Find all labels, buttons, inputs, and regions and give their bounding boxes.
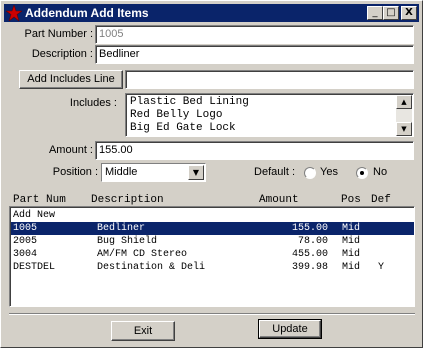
list-row[interactable]: DESTDEL Destination & Deli 399.98 Mid Y (11, 261, 414, 274)
cell-description: Destination & Deli (97, 262, 206, 273)
cell-part-num: 2005 (13, 236, 38, 247)
footer-divider-highlight (9, 314, 415, 315)
position-dropdown[interactable]: Middle ▼ (101, 163, 206, 182)
includes-scrollbar[interactable]: ▲ ▼ (396, 95, 412, 136)
close-button[interactable]: X (401, 6, 417, 20)
radio-selected-dot-icon (360, 171, 364, 175)
list-row[interactable]: 2005 Bug Shield 78.00 Mid (11, 235, 414, 248)
cell-pos: Mid (342, 249, 361, 260)
chevron-down-icon[interactable]: ▼ (188, 165, 204, 180)
default-no-label: No (373, 166, 388, 178)
update-button[interactable]: Update (258, 319, 322, 339)
description-field[interactable]: Bedliner (95, 45, 414, 64)
cell-part-num: DESTDEL (13, 262, 56, 273)
column-header-amount: Amount (259, 194, 299, 206)
position-selected-value: Middle (105, 166, 138, 178)
part-number-field: 1005 (95, 25, 414, 44)
includes-line: Big Ed Gate Lock (130, 122, 236, 134)
includes-line: Plastic Bed Lining (130, 96, 249, 108)
default-yes-radio[interactable] (304, 167, 316, 179)
add-includes-field[interactable] (125, 70, 414, 89)
scroll-up-arrow-icon[interactable]: ▲ (396, 95, 412, 109)
cell-amount: 455.00 (291, 249, 328, 260)
title-bar[interactable]: Addendum Add Items _ □ X (4, 4, 419, 22)
includes-label: Includes : (69, 97, 117, 109)
items-listbox[interactable]: Add New 1005 Bedliner 155.00 Mid 2005 Bu… (9, 206, 415, 307)
cell-description: Bedliner (97, 223, 146, 234)
column-header-description: Description (91, 194, 164, 206)
includes-textarea[interactable]: Plastic Bed Lining Red Belly Logo Big Ed… (125, 93, 414, 137)
exit-button[interactable]: Exit (111, 321, 175, 341)
amount-label: Amount : (48, 144, 93, 156)
window-title: Addendum Add Items (25, 6, 149, 20)
amount-field[interactable]: 155.00 (95, 141, 414, 160)
cell-description: Bug Shield (97, 236, 158, 247)
addendum-window: Addendum Add Items _ □ X Part Number : 1… (0, 0, 423, 348)
column-header-part-num: Part Num (13, 194, 66, 206)
list-row-selected[interactable]: 1005 Bedliner 155.00 Mid (11, 222, 414, 235)
column-header-def: Def (371, 194, 391, 206)
cell-amount: 155.00 (291, 223, 328, 234)
cell-def: Y (378, 262, 385, 273)
star-logo-icon (6, 5, 22, 21)
default-label: Default : (254, 166, 295, 178)
scroll-down-arrow-icon[interactable]: ▼ (396, 122, 412, 136)
includes-line: Red Belly Logo (130, 109, 223, 121)
list-row[interactable]: 3004 AM/FM CD Stereo 455.00 Mid (11, 248, 414, 261)
minimize-button[interactable]: _ (367, 6, 383, 20)
cell-part-num: 3004 (13, 249, 38, 260)
cell-pos: Mid (342, 223, 361, 234)
default-yes-label: Yes (320, 166, 338, 178)
maximize-button[interactable]: □ (383, 6, 399, 20)
cell-part-num: 1005 (13, 223, 38, 234)
cell-pos: Mid (342, 236, 361, 247)
cell-part-num: Add New (13, 210, 56, 221)
cell-description: AM/FM CD Stereo (97, 249, 188, 260)
cell-pos: Mid (342, 262, 361, 273)
add-includes-line-button[interactable]: Add Includes Line (19, 70, 123, 89)
position-label: Position : (52, 166, 98, 178)
part-number-label: Part Number : (24, 28, 93, 40)
list-row-add-new[interactable]: Add New (11, 209, 414, 222)
column-header-pos: Pos (341, 194, 361, 206)
cell-amount: 78.00 (297, 236, 328, 247)
default-no-radio[interactable] (356, 167, 368, 179)
cell-amount: 399.98 (291, 262, 328, 273)
description-label: Description : (31, 48, 93, 60)
